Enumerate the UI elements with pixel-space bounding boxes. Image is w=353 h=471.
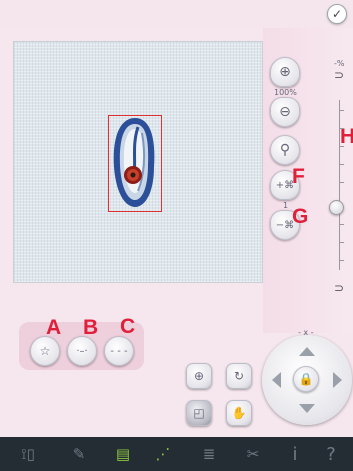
rotate-button[interactable]: ↻	[226, 363, 252, 389]
tool-c-button[interactable]: - - -	[104, 336, 134, 366]
slider-tick	[339, 164, 344, 165]
lock-button[interactable]: 🔒	[293, 366, 319, 392]
stitch-icon[interactable]: ✎	[66, 437, 92, 471]
embroidery-canvas[interactable]	[13, 41, 263, 283]
arrow-down-icon[interactable]	[299, 404, 315, 413]
edit-design-icon[interactable]: ▤	[110, 437, 136, 471]
stitch-line-icon: - - -	[110, 345, 128, 357]
stitch-count-label: 1	[283, 201, 289, 210]
slider-tick	[339, 146, 344, 147]
taskbar: ⟟▯ ✎ ▤ ⋰ ≣ ✂ i ?	[0, 437, 353, 471]
slider-tick	[339, 260, 344, 261]
hoop-magnet-icon: ⊃	[334, 68, 345, 82]
corner-icon: ◰	[193, 406, 205, 420]
info-icon[interactable]: i	[282, 437, 308, 471]
callout-f: F	[292, 165, 305, 188]
callout-a: A	[46, 316, 62, 339]
callout-g: G	[292, 205, 309, 228]
zoom-out-icon: ⊖	[279, 104, 291, 120]
callout-h: H	[340, 125, 353, 148]
hand-icon: ✋	[231, 406, 247, 420]
tool-a-button[interactable]: ☆	[30, 336, 60, 366]
list-icon[interactable]: ≣	[196, 437, 222, 471]
zoom-in-button[interactable]: ⊕	[270, 57, 300, 87]
scale-slider-thumb[interactable]	[329, 200, 344, 215]
hoop-magnet-icon: ⊃	[334, 281, 345, 295]
help-icon[interactable]: ?	[318, 437, 344, 471]
top-strip: ✓	[0, 0, 353, 28]
design-selection-frame[interactable]	[108, 115, 162, 212]
slider-tick	[339, 110, 344, 111]
embroidery-edit-screen: ✓ ⊕ 100% ⊖ ⚲ +⌘ 1 −⌘ F G H -% ⊃ ⊃ ☆ ·–· …	[0, 0, 353, 471]
embroidery-mode-icon[interactable]: ⟟▯	[10, 437, 46, 471]
slider-tick	[339, 224, 344, 225]
magnifier-icon: ⚲	[279, 142, 291, 158]
embroidery-design	[113, 118, 155, 207]
slider-tick	[339, 242, 344, 243]
zoom-percent-label: 100%	[274, 88, 297, 97]
arrow-right-icon[interactable]	[333, 372, 342, 388]
move-to-corner-button[interactable]: ◰	[186, 400, 212, 426]
lock-icon: 🔒	[298, 372, 314, 386]
zoom-out-button[interactable]: ⊖	[270, 97, 300, 127]
move-to-center-icon: ⊕	[193, 369, 205, 383]
hand-pan-button[interactable]: ✋	[226, 400, 252, 426]
zoom-box-button[interactable]: ⚲	[270, 135, 300, 165]
settings-icon[interactable]: ✂	[240, 437, 266, 471]
callout-c: C	[120, 315, 136, 338]
scale-slider-track[interactable]	[339, 100, 340, 270]
center-design-button[interactable]: ⊕	[186, 363, 212, 389]
confirm-button[interactable]: ✓	[327, 4, 347, 24]
slider-tick	[339, 128, 344, 129]
star-stitch-icon: ☆	[39, 344, 51, 358]
arrow-up-icon[interactable]	[299, 347, 315, 356]
stitch-point-icon: ·–·	[76, 345, 88, 357]
slider-tick	[339, 182, 344, 183]
pan-pad[interactable]: 🔒	[262, 335, 352, 425]
callout-b: B	[83, 316, 99, 339]
stitch-out-icon[interactable]: ⋰	[150, 437, 176, 471]
scale-label: -%	[334, 59, 345, 68]
arrow-left-icon[interactable]	[272, 372, 281, 388]
checkmark-icon: ✓	[331, 7, 343, 21]
zoom-in-icon: ⊕	[279, 64, 291, 80]
rotate-icon: ↻	[233, 369, 245, 383]
tool-b-button[interactable]: ·–·	[67, 336, 97, 366]
